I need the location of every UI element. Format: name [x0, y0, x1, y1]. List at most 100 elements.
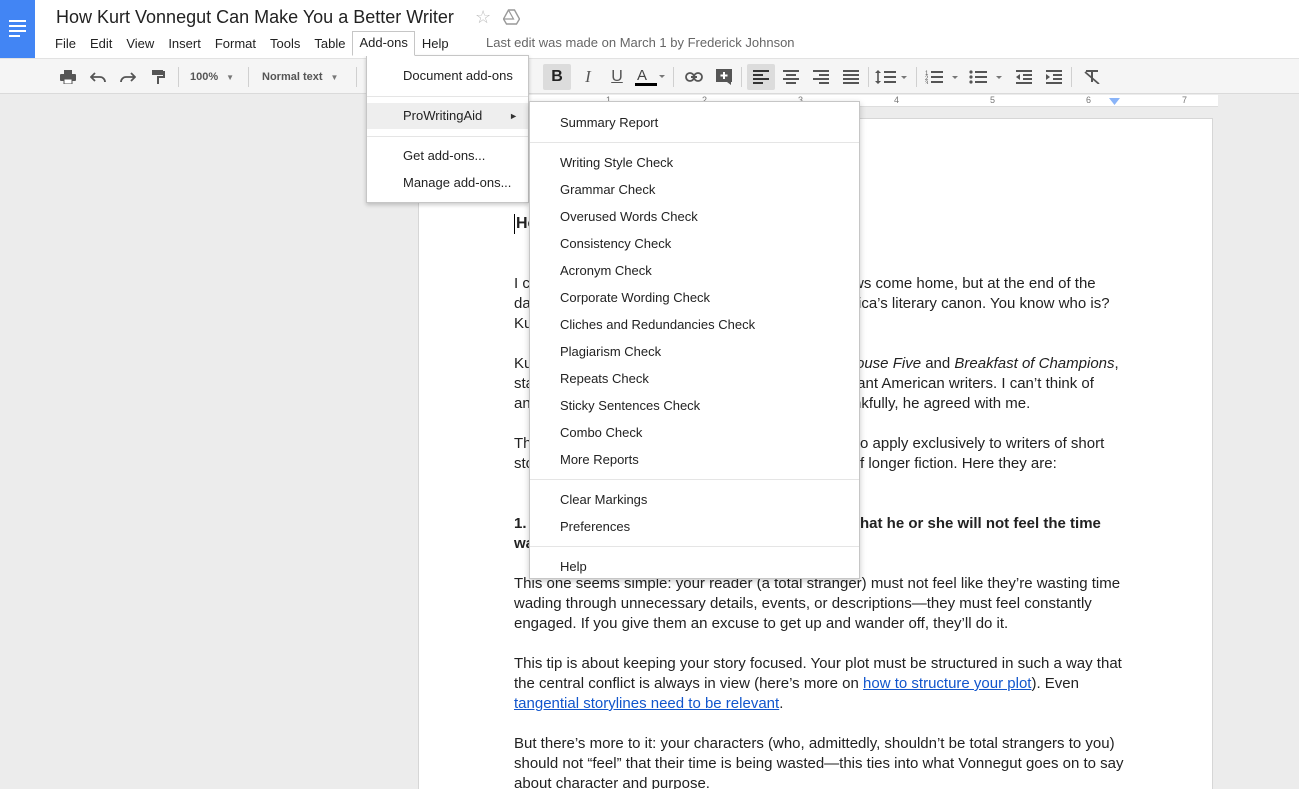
- caret-down-icon: ▼: [330, 72, 339, 82]
- menu-format[interactable]: Format: [208, 32, 263, 55]
- ruler-mark: 6: [1086, 95, 1092, 105]
- toolbar-divider: [673, 67, 674, 87]
- toolbar-divider: [868, 67, 869, 87]
- document-title[interactable]: How Kurt Vonnegut Can Make You a Better …: [56, 7, 454, 28]
- help-item[interactable]: Help: [530, 553, 859, 580]
- clear-markings-item[interactable]: Clear Markings: [530, 486, 859, 513]
- menu-view[interactable]: View: [119, 32, 161, 55]
- consistency-check-item[interactable]: Consistency Check: [530, 230, 859, 257]
- tangential-storylines-link[interactable]: tangential storylines need to be relevan…: [514, 695, 779, 712]
- text-run: and: [921, 355, 955, 372]
- cliches-redundancies-check-item[interactable]: Cliches and Redundancies Check: [530, 311, 859, 338]
- menu-divider: [367, 96, 528, 97]
- right-indent-marker-icon[interactable]: [1109, 98, 1120, 106]
- undo-icon[interactable]: [87, 64, 109, 90]
- prowritingaid-item[interactable]: ProWritingAid ►: [367, 103, 528, 129]
- paragraph-line: This tip is about keeping your story foc…: [514, 655, 1122, 672]
- menu-divider: [530, 546, 859, 547]
- text-run: the central conflict is always in view (…: [514, 675, 864, 692]
- align-center-icon[interactable]: [779, 64, 803, 90]
- paragraph-line: wading through unnecessary details, even…: [514, 595, 1092, 612]
- menu-addons[interactable]: Add-ons: [352, 30, 415, 56]
- paragraph-line: tangential storylines need to be relevan…: [514, 694, 783, 714]
- drive-icon[interactable]: [503, 9, 520, 25]
- addons-dropdown: Document add-ons ProWritingAid ► Get add…: [366, 55, 529, 203]
- overused-words-check-item[interactable]: Overused Words Check: [530, 203, 859, 230]
- prowritingaid-label: ProWritingAid: [403, 108, 483, 123]
- structure-plot-link[interactable]: how to structure your plot: [863, 675, 1031, 692]
- paragraph-line: But there’s more to it: your characters …: [514, 735, 1115, 752]
- text-run: ,: [1114, 355, 1119, 372]
- underline-icon[interactable]: U: [605, 64, 629, 90]
- toolbar-divider: [1071, 67, 1072, 87]
- plagiarism-check-item[interactable]: Plagiarism Check: [530, 338, 859, 365]
- align-right-icon[interactable]: [809, 64, 833, 90]
- paragraph-fragment: o apply exclusively to writers of short: [860, 435, 1105, 452]
- clear-formatting-icon[interactable]: [1080, 64, 1104, 90]
- corporate-wording-check-item[interactable]: Corporate Wording Check: [530, 284, 859, 311]
- menu-file[interactable]: File: [48, 32, 83, 55]
- sticky-sentences-check-item[interactable]: Sticky Sentences Check: [530, 392, 859, 419]
- decrease-indent-icon[interactable]: [1012, 64, 1036, 90]
- paragraph-fragment: f longer fiction. Here they are:: [860, 455, 1057, 472]
- redo-icon[interactable]: [117, 64, 139, 90]
- increase-indent-icon[interactable]: [1042, 64, 1066, 90]
- italic-icon[interactable]: I: [576, 64, 600, 90]
- paint-format-icon[interactable]: [147, 64, 169, 90]
- style-select[interactable]: Normal text ▼: [262, 64, 338, 90]
- insert-comment-icon[interactable]: [712, 64, 736, 90]
- zoom-select[interactable]: 100% ▼: [190, 64, 234, 90]
- align-justify-icon[interactable]: [839, 64, 863, 90]
- more-reports-item[interactable]: More Reports: [530, 446, 859, 473]
- rule-heading-fragment: 1.: [514, 515, 527, 532]
- bulleted-list-icon[interactable]: [968, 64, 1006, 90]
- menu-bar: File Edit View Insert Format Tools Table…: [48, 30, 456, 56]
- acronym-check-item[interactable]: Acronym Check: [530, 257, 859, 284]
- toolbar-divider: [916, 67, 917, 87]
- paragraph-fragment: I c: [514, 275, 530, 292]
- toolbar-divider: [248, 67, 249, 87]
- text-run: .: [779, 695, 784, 712]
- toolbar-divider: [741, 67, 742, 87]
- text-color-icon[interactable]: A: [633, 64, 667, 90]
- prowritingaid-submenu: Summary Report Writing Style Check Gramm…: [529, 101, 860, 579]
- paragraph-line: the central conflict is always in view (…: [514, 674, 1079, 694]
- toolbar-divider: [356, 67, 357, 87]
- document-addons-item[interactable]: Document add-ons: [367, 63, 528, 89]
- numbered-list-icon[interactable]: 123: [924, 64, 962, 90]
- combo-check-item[interactable]: Combo Check: [530, 419, 859, 446]
- grammar-check-item[interactable]: Grammar Check: [530, 176, 859, 203]
- paragraph-fragment: tant American writers. I can’t think of: [853, 375, 1094, 392]
- link-icon[interactable]: [682, 64, 706, 90]
- docs-logo-icon[interactable]: [0, 0, 35, 58]
- menu-edit[interactable]: Edit: [83, 32, 119, 55]
- repeats-check-item[interactable]: Repeats Check: [530, 365, 859, 392]
- book-title: Breakfast of Champions: [954, 355, 1115, 372]
- menu-divider: [530, 479, 859, 480]
- svg-text:A: A: [637, 67, 647, 84]
- writing-style-check-item[interactable]: Writing Style Check: [530, 149, 859, 176]
- paragraph-fragment: ws come home, but at the end of the: [853, 275, 1096, 292]
- menu-divider: [367, 136, 528, 137]
- print-icon[interactable]: [57, 64, 79, 90]
- get-addons-item[interactable]: Get add-ons...: [367, 143, 528, 169]
- menu-tools[interactable]: Tools: [263, 32, 307, 55]
- star-icon[interactable]: ☆: [475, 7, 491, 28]
- rule-heading-fragment: hat he or she will not feel the time: [860, 515, 1101, 532]
- paragraph-line: engaged. If you give them an excuse to g…: [514, 615, 1009, 632]
- last-edit-link[interactable]: Last edit was made on March 1 by Frederi…: [486, 35, 795, 50]
- preferences-item[interactable]: Preferences: [530, 513, 859, 540]
- paragraph-line: should not “feel” that their time is bei…: [514, 755, 1124, 772]
- align-left-icon[interactable]: [747, 64, 775, 90]
- summary-report-item[interactable]: Summary Report: [530, 109, 859, 136]
- manage-addons-item[interactable]: Manage add-ons...: [367, 170, 528, 196]
- menu-table[interactable]: Table: [307, 32, 352, 55]
- submenu-arrow-icon: ►: [509, 111, 518, 121]
- bold-icon[interactable]: B: [543, 64, 571, 90]
- toolbar: 100% ▼ Normal text ▼ B I U A 123: [0, 58, 1299, 94]
- menu-insert[interactable]: Insert: [161, 32, 208, 55]
- menu-help[interactable]: Help: [415, 32, 456, 55]
- text-run: ). Even: [1031, 675, 1079, 692]
- paragraph-fragment: ouse Five and Breakfast of Champions,: [856, 354, 1119, 374]
- line-spacing-icon[interactable]: [874, 64, 910, 90]
